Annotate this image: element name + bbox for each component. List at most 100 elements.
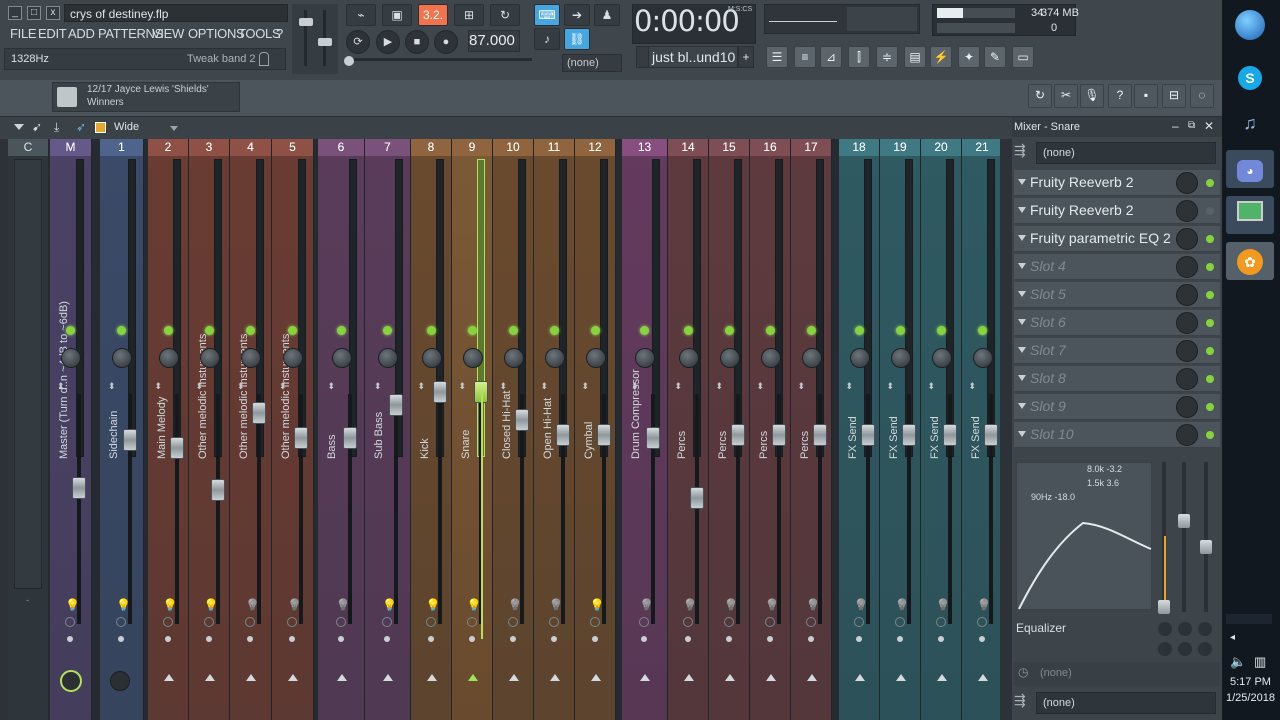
slot-enable-led[interactable]: [1206, 291, 1214, 299]
route-dot[interactable]: [384, 636, 390, 642]
send-arrow-icon[interactable]: [336, 674, 347, 681]
menu-tools[interactable]: TOOLS: [238, 26, 281, 42]
step-arrow-button[interactable]: ➔: [564, 4, 590, 26]
mixer-track-21[interactable]: 21 FX Send ⬍ 💡: [962, 139, 1000, 720]
enable-led[interactable]: [426, 326, 436, 335]
close-button[interactable]: x: [46, 6, 60, 20]
enable-led[interactable]: [288, 326, 297, 335]
pan-knob[interactable]: [378, 348, 398, 368]
step-edit-button[interactable]: ⊞: [454, 4, 484, 26]
volume-fader[interactable]: [596, 424, 611, 446]
slot-name[interactable]: Slot 9: [1030, 398, 1066, 414]
send-arrow-icon[interactable]: [977, 674, 988, 681]
mixer-track-14[interactable]: 14 Percs ⬍ 💡: [668, 139, 709, 720]
mixer-pin-icon[interactable]: ⤓: [54, 120, 59, 135]
eq-knob-4[interactable]: [1158, 642, 1172, 656]
volume-fader[interactable]: [942, 424, 957, 446]
music-app-icon[interactable]: ♫: [1226, 104, 1274, 142]
minimize-button[interactable]: _: [8, 6, 22, 20]
slot-name[interactable]: Slot 8: [1030, 370, 1066, 386]
pan-knob[interactable]: [421, 348, 442, 368]
sidechain-send-knob[interactable]: [110, 671, 130, 691]
bulb-icon[interactable]: 💡: [116, 598, 131, 612]
record-arm-icon[interactable]: [116, 617, 126, 627]
record-arm-icon[interactable]: [203, 617, 214, 627]
enable-led[interactable]: [590, 326, 600, 335]
volume-fader[interactable]: [123, 429, 137, 451]
volume-fader[interactable]: [730, 424, 745, 446]
slot-menu-icon[interactable]: [1018, 375, 1026, 381]
mixer-track-5[interactable]: 5 Other melodic Instuments ⬍ 💡: [272, 139, 314, 720]
slot-mix-knob[interactable]: [1176, 172, 1198, 194]
enable-led[interactable]: [977, 326, 987, 335]
stereo-separation-icon[interactable]: ⬍: [279, 381, 287, 392]
enable-led[interactable]: [336, 326, 346, 335]
slot-menu-icon[interactable]: [1018, 263, 1026, 269]
taskbar-scroll[interactable]: [1226, 614, 1272, 624]
stereo-separation-icon[interactable]: ⬍: [57, 381, 65, 392]
pattern-mode-button[interactable]: 3.2.: [418, 4, 448, 26]
record-arm-icon[interactable]: [764, 617, 775, 627]
pan-knob[interactable]: [331, 348, 352, 368]
volume-fader[interactable]: [342, 427, 357, 449]
send-arrow-icon[interactable]: [765, 674, 776, 681]
output-select[interactable]: (none): [1036, 692, 1216, 714]
transport-pattern-select[interactable]: (none): [562, 54, 622, 72]
volume-icon[interactable]: 🔈: [1230, 654, 1246, 670]
send-arrow-icon[interactable]: [683, 674, 694, 681]
panel-minimize-icon[interactable]: –: [1172, 119, 1179, 133]
volume-fader[interactable]: [983, 424, 998, 446]
pan-knob[interactable]: [931, 348, 952, 368]
menu-add[interactable]: ADD: [68, 26, 95, 42]
volume-fader[interactable]: [771, 424, 786, 446]
metronome-button[interactable]: ⌁: [346, 4, 376, 26]
eq-knob-5[interactable]: [1178, 642, 1192, 656]
stereo-separation-icon[interactable]: ⬍: [582, 381, 590, 392]
record-arm-icon[interactable]: [287, 617, 297, 627]
route-dot[interactable]: [427, 636, 434, 642]
refresh-icon[interactable]: ↻: [1028, 84, 1052, 108]
slot-mix-knob[interactable]: [1176, 340, 1198, 362]
enable-led[interactable]: [640, 326, 649, 335]
record-arm-icon[interactable]: [682, 617, 693, 627]
song-position-bar[interactable]: [346, 58, 532, 61]
volume-fader[interactable]: [72, 477, 86, 499]
bulb-icon[interactable]: 💡: [467, 598, 482, 612]
pan-knob[interactable]: [585, 348, 606, 368]
plugin-picker-icon[interactable]: ✦: [958, 46, 980, 68]
mixer-track-6[interactable]: 6 Bass ⬍ 💡: [318, 139, 365, 720]
route-dot[interactable]: [807, 636, 814, 642]
route-dot[interactable]: [67, 636, 73, 642]
effect-slot[interactable]: Slot 9: [1014, 394, 1220, 420]
clock-date[interactable]: 1/25/2018: [1226, 692, 1275, 704]
volume-fader[interactable]: [689, 487, 704, 509]
record-arm-icon[interactable]: [589, 617, 600, 627]
slot-menu-icon[interactable]: [1018, 403, 1026, 409]
bulb-icon[interactable]: 💡: [245, 598, 260, 612]
mixer-track-19[interactable]: 19 FX Send ⬍ 💡: [880, 139, 921, 720]
enable-led[interactable]: [117, 326, 126, 335]
plugin-icon[interactable]: ⚡: [930, 46, 952, 68]
stereo-separation-icon[interactable]: ⬍: [541, 381, 549, 392]
effect-slot[interactable]: Slot 6: [1014, 310, 1220, 336]
record-arm-icon[interactable]: [507, 617, 518, 627]
mixer-track-15[interactable]: 15 Percs ⬍ 💡: [709, 139, 750, 720]
slot-enable-led[interactable]: [1206, 235, 1214, 243]
track-name[interactable]: FX Send: [929, 159, 941, 459]
post-select[interactable]: (none): [1040, 667, 1072, 679]
route-dot[interactable]: [164, 636, 171, 642]
window-icon[interactable]: ▭: [1012, 46, 1034, 68]
stereo-separation-icon[interactable]: ⬍: [374, 381, 382, 392]
record-arm-icon[interactable]: [548, 617, 559, 627]
route-dot[interactable]: [118, 636, 124, 642]
bulb-icon[interactable]: 💡: [977, 598, 992, 612]
stereo-separation-icon[interactable]: ⬍: [631, 381, 639, 392]
slot-enable-led[interactable]: [1206, 375, 1214, 383]
add-pattern-button[interactable]: +: [738, 46, 754, 68]
send-arrow-icon[interactable]: [640, 674, 650, 681]
send-arrow-icon[interactable]: [806, 674, 817, 681]
bulb-icon[interactable]: 💡: [426, 598, 441, 612]
slot-mix-knob[interactable]: [1176, 200, 1198, 222]
mixer-track-16[interactable]: 16 Percs ⬍ 💡: [750, 139, 791, 720]
lock-icon[interactable]: [259, 52, 269, 66]
